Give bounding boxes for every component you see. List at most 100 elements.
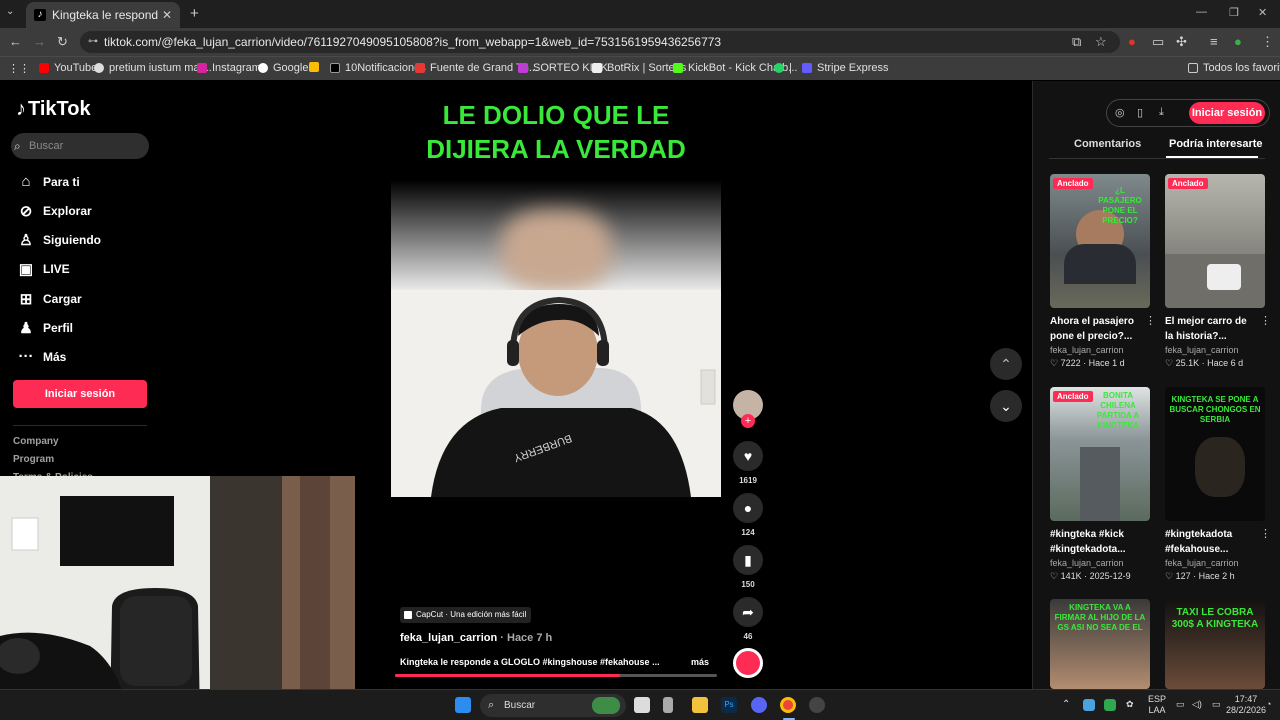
save-button[interactable]: ▮ 150 xyxy=(733,545,763,589)
all-bookmarks[interactable]: Todos los favoritos xyxy=(1188,62,1280,74)
next-video-button[interactable]: ⌄ xyxy=(990,390,1022,422)
share-button[interactable]: ➦ 46 xyxy=(733,597,763,641)
extension-icon[interactable]: ▭ xyxy=(1152,34,1164,50)
forward-icon[interactable]: → xyxy=(33,34,46,49)
sidebar-login-button[interactable]: Iniciar sesión xyxy=(13,380,147,408)
card-meta: ♡ 141K · 2025-12-9 xyxy=(1050,571,1131,581)
bookmark-pinwheel[interactable] xyxy=(309,62,324,72)
new-tab-button[interactable]: + xyxy=(190,5,199,22)
bookmark-x[interactable]: 10Notificaciones xyxy=(330,62,426,74)
video-player[interactable]: LE DOLIO QUE LE DIJIERA LA VERDAD BURBER… xyxy=(391,90,721,688)
tray-gear-icon[interactable]: ✿ xyxy=(1126,699,1134,710)
video-more-button[interactable]: más xyxy=(691,657,709,667)
creator-avatar[interactable]: + xyxy=(733,390,763,428)
taskbar-search[interactable]: ⌕ Buscar xyxy=(480,694,626,717)
volume-icon[interactable]: ◁) xyxy=(1192,699,1202,710)
language-indicator[interactable]: ESP LAA xyxy=(1148,694,1166,716)
browser-menu-icon[interactable]: ⋮ xyxy=(1261,34,1274,50)
bookmark-instagram[interactable]: Instagram xyxy=(197,62,261,74)
cast-icon[interactable]: ⧉ xyxy=(1072,34,1081,50)
sound-disc[interactable] xyxy=(733,648,763,678)
card-more-icon[interactable]: ⋮ xyxy=(1260,314,1271,327)
device-icon[interactable] xyxy=(663,697,673,713)
task-view-icon[interactable] xyxy=(634,697,650,713)
site-info-icon[interactable]: ⊶ xyxy=(88,31,98,53)
bookmark-stripe[interactable]: Stripe Express xyxy=(802,62,889,74)
nav-mas[interactable]: ··· Más xyxy=(16,348,67,365)
video-card[interactable]: Anclado El mejor carro de la historia?...… xyxy=(1165,174,1271,369)
bookmark-star-icon[interactable]: ☆ xyxy=(1095,34,1107,50)
chrome-icon[interactable] xyxy=(780,697,796,713)
clock[interactable]: 17:47 28/2/2026 xyxy=(1226,694,1266,716)
coin-icon[interactable]: ◎ xyxy=(1115,106,1125,119)
network-icon[interactable]: ▭ xyxy=(1176,699,1185,710)
reading-list-icon[interactable]: ≡ xyxy=(1210,34,1218,49)
bookmark-youtube[interactable]: YouTube xyxy=(39,62,97,74)
download-icon[interactable]: ⤓ xyxy=(1159,106,1164,119)
bookmark-pretium[interactable]: pretium iustum mat... xyxy=(94,62,212,74)
video-card[interactable]: BONITA CHILENA PARTIDA A KINGTEKA Anclad… xyxy=(1050,387,1150,582)
battery-icon[interactable]: ▭ xyxy=(1212,699,1221,710)
nav-para-ti[interactable]: ⌂ Para ti xyxy=(16,173,79,190)
header-login-button[interactable]: Iniciar sesión xyxy=(1189,102,1265,124)
mobile-icon[interactable]: ▯ xyxy=(1137,106,1143,119)
tiktok-logo[interactable]: ♪ TikTok xyxy=(16,98,91,121)
search-input[interactable]: ⌕ Buscar xyxy=(11,133,149,159)
window-close-icon[interactable]: ✕ xyxy=(1258,6,1267,19)
start-icon[interactable] xyxy=(455,697,471,713)
nav-explorar[interactable]: ⊘ Explorar xyxy=(16,202,92,220)
comment-button[interactable]: ● 124 xyxy=(733,493,763,537)
tray-green-icon[interactable] xyxy=(1104,699,1116,711)
app-icon[interactable] xyxy=(809,697,825,713)
file-explorer-icon[interactable] xyxy=(692,697,708,713)
restore-icon[interactable]: ❐ xyxy=(1229,6,1239,19)
nav-live[interactable]: ▣ LIVE xyxy=(16,260,70,278)
video-card[interactable]: KINGTEKA VA A FIRMAR AL HIJO DE LA GS AS… xyxy=(1050,599,1150,689)
card-more-icon[interactable]: ⋮ xyxy=(1145,314,1156,327)
profile-avatar-icon[interactable]: ● xyxy=(1234,34,1242,49)
pinned-badge: Anclado xyxy=(1168,178,1208,189)
bookmark-whatsapp[interactable]: | xyxy=(774,62,792,74)
tab-strip: ⌄ ♪ Kingteka le responde a GLOGLO ✕ + — … xyxy=(0,0,1280,28)
address-bar[interactable]: ⊶ tiktok.com/@feka_lujan_carrion/video/7… xyxy=(80,31,1120,53)
bookmark-google[interactable]: Google xyxy=(258,62,308,74)
back-icon[interactable]: ← xyxy=(9,34,22,49)
minimize-icon[interactable]: — xyxy=(1196,6,1207,18)
tab-podria-interesarte[interactable]: Podría interesarte xyxy=(1169,138,1263,150)
reload-icon[interactable]: ↻ xyxy=(57,34,68,50)
video-card[interactable]: TAXI LE COBRA 300$ A KINGTEKA xyxy=(1165,599,1265,689)
video-card[interactable]: KINGTEKA SE PONE A BUSCAR CHONGOS EN SER… xyxy=(1165,387,1271,582)
nav-siguiendo[interactable]: ♙ Siguiendo xyxy=(16,231,101,249)
nav-cargar[interactable]: ⊞ Cargar xyxy=(16,290,82,308)
windows-taskbar: ⌕ Buscar Ps ⌃ ✿ ESP LAA ▭ ◁) ▭ 17:47 28/… xyxy=(0,689,1280,720)
tray-expand-icon[interactable]: ⌃ xyxy=(1062,699,1070,710)
tab-list-icon[interactable]: ⌄ xyxy=(6,6,14,17)
browser-tab[interactable]: ♪ Kingteka le responde a GLOGLO ✕ xyxy=(26,2,180,28)
top-actions: ◎ ▯ ⤓ Iniciar sesión xyxy=(1106,99,1270,127)
notification-icon[interactable]: ◔ xyxy=(1266,699,1271,710)
card-more-icon[interactable]: ⋮ xyxy=(1260,527,1271,540)
video-card[interactable]: ¿L PASAJERO PONE EL PRECIO? Anclado Ahor… xyxy=(1050,174,1156,369)
capcut-badge[interactable]: CapCut · Una edición más fácil xyxy=(400,607,532,623)
tab-close-icon[interactable]: ✕ xyxy=(162,8,172,22)
footer-program[interactable]: Program xyxy=(13,454,54,465)
like-button[interactable]: ♥ 1619 xyxy=(733,441,763,485)
footer-company[interactable]: Company xyxy=(13,436,59,447)
video-thumbnail: BONITA CHILENA PARTIDA A KINGTEKA Anclad… xyxy=(1050,387,1150,521)
photoshop-icon[interactable]: Ps xyxy=(721,697,737,713)
discord-icon[interactable] xyxy=(751,697,767,713)
extensions-puzzle-icon[interactable]: ✣ xyxy=(1176,34,1187,50)
nav-perfil[interactable]: ♟ Perfil xyxy=(16,319,73,337)
apps-icon[interactable]: ⋮⋮ xyxy=(8,62,30,75)
previous-video-button[interactable]: ⌃ xyxy=(990,348,1022,380)
video-author[interactable]: feka_lujan_carrion · Hace 7 h xyxy=(400,632,552,644)
follow-plus-icon[interactable]: + xyxy=(741,414,755,428)
extension-red-icon[interactable]: ● xyxy=(1128,34,1136,49)
card-meta: ♡ 127 · Hace 2 h xyxy=(1165,571,1235,581)
tray-app-icon[interactable] xyxy=(1083,699,1095,711)
thumb-caption: ¿L PASAJERO PONE EL PRECIO? xyxy=(1098,186,1142,225)
like-count: 1619 xyxy=(739,476,757,485)
video-progress-bar[interactable] xyxy=(395,674,717,677)
thumb-car xyxy=(1207,264,1241,290)
tab-comentarios[interactable]: Comentarios xyxy=(1074,138,1141,150)
